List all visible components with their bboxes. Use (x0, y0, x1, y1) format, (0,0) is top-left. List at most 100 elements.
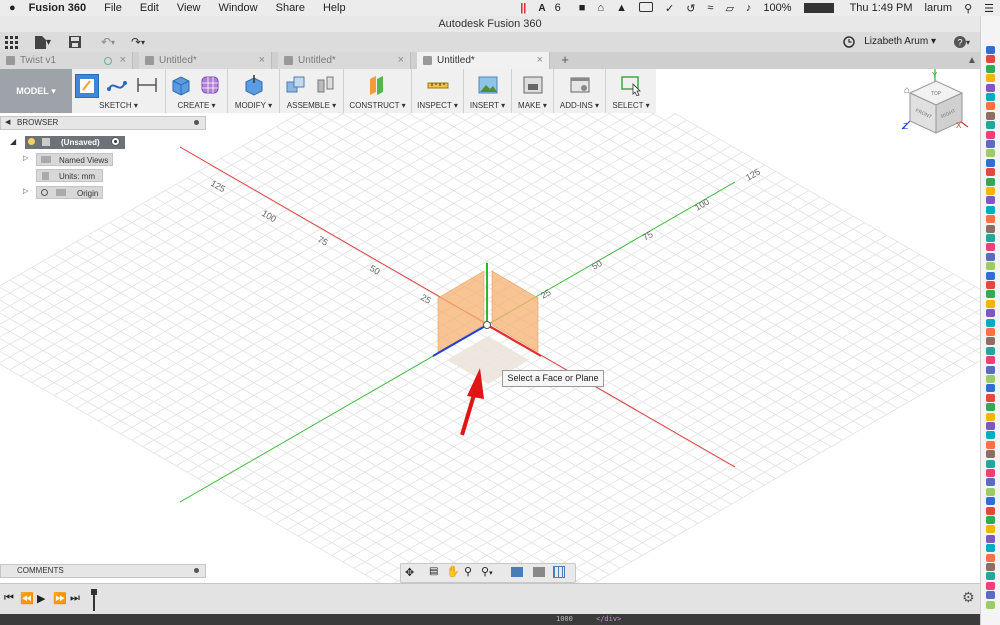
dock-app-icon[interactable] (986, 121, 995, 130)
scripts-icon[interactable] (569, 74, 591, 96)
dock-app-icon[interactable] (986, 497, 995, 506)
timeline-marker[interactable] (91, 589, 97, 611)
dock-app-icon[interactable] (986, 187, 995, 195)
lightbulb-icon[interactable] (41, 189, 48, 196)
dock-app-icon[interactable] (986, 243, 995, 252)
dock-app-icon[interactable] (986, 337, 995, 346)
dock-app-icon[interactable] (986, 74, 995, 83)
volume-icon[interactable]: ♪ (740, 2, 758, 14)
undo-icon[interactable]: ↶ ▾ (96, 35, 120, 49)
menu-edit[interactable]: Edit (131, 2, 168, 14)
close-tab-icon[interactable]: × (259, 52, 265, 69)
press-pull-icon[interactable] (243, 74, 265, 96)
spline-icon[interactable] (106, 74, 128, 96)
dock-app-icon[interactable] (986, 469, 995, 477)
dock-app-icon[interactable] (986, 318, 995, 327)
dock-app-icon[interactable] (986, 506, 995, 515)
extrude-icon[interactable] (170, 74, 192, 96)
dock-app-icon[interactable] (986, 534, 995, 543)
menu-app-name[interactable]: Fusion 360 (25, 2, 95, 14)
fit-zoom-icon[interactable]: ⚲▾ (481, 565, 493, 578)
select-icon[interactable] (620, 74, 642, 97)
redo-icon[interactable]: ↷ ▾ (126, 35, 150, 49)
clock[interactable]: Thu 1:49 PM (840, 2, 919, 14)
dock-app-icon[interactable] (986, 412, 995, 421)
measure-icon[interactable] (427, 74, 449, 96)
dock-app-icon[interactable] (986, 431, 995, 440)
help-icon[interactable]: ? ▾ (950, 35, 974, 49)
dock-app-icon[interactable] (986, 177, 995, 186)
timeline-settings-gear-icon[interactable]: ⚙ (962, 589, 975, 606)
activate-component-icon[interactable] (111, 137, 120, 146)
origin-point[interactable] (483, 321, 491, 329)
dock-app-icon[interactable] (986, 55, 995, 64)
dock-app-icon[interactable] (986, 130, 995, 139)
spotlight-icon[interactable]: ⚲ (958, 2, 978, 15)
dock-app-icon[interactable] (986, 205, 995, 214)
dock-app-icon[interactable] (986, 516, 995, 524)
dock-app-icon[interactable] (986, 83, 995, 92)
dock-app-icon[interactable] (986, 365, 995, 374)
ribbon-group-make[interactable]: MAKE ▾ (512, 69, 554, 113)
dock-app-icon[interactable] (986, 487, 995, 496)
notification-center-icon[interactable]: ☰ (978, 2, 1000, 15)
panel-pin-icon[interactable] (194, 568, 199, 573)
dock-app-icon[interactable] (986, 403, 995, 412)
step-back-icon[interactable]: ⏪ (20, 592, 34, 605)
step-forward-icon[interactable]: ⏩ (53, 592, 67, 605)
apple-icon[interactable]: ● (0, 2, 25, 14)
menu-view[interactable]: View (168, 2, 210, 14)
job-status-icon[interactable] (842, 35, 856, 49)
tab-twist-v1[interactable]: Twist v1 × (0, 52, 133, 69)
dock-app-icon[interactable] (986, 64, 995, 73)
dock-app-icon[interactable] (986, 440, 995, 449)
dock-app-icon[interactable] (986, 459, 995, 468)
ribbon-group-create[interactable]: CREATE ▾ (166, 69, 228, 113)
zoom-icon[interactable]: ⚲ (464, 565, 472, 578)
create-sketch-icon[interactable] (75, 74, 99, 98)
dock-app-icon[interactable] (986, 600, 995, 609)
menu-window[interactable]: Window (209, 2, 266, 14)
dock-app-icon[interactable] (986, 271, 995, 280)
dock-app-icon[interactable] (986, 290, 995, 299)
drive-icon[interactable]: ▲ (610, 2, 633, 14)
close-tab-icon[interactable]: × (537, 52, 543, 69)
joint-icon[interactable] (315, 74, 337, 96)
ribbon-group-construct[interactable]: CONSTRUCT ▾ (344, 69, 412, 113)
new-component-icon[interactable] (285, 74, 307, 96)
parallels-icon[interactable]: || (514, 2, 532, 14)
dock-app-icon[interactable] (986, 544, 995, 553)
ribbon-group-select[interactable]: SELECT ▾ (606, 69, 656, 113)
visual-style-icon[interactable] (533, 567, 545, 577)
3d-canvas[interactable]: 125 100 75 50 25 125 100 75 50 25 TOP FR… (0, 69, 980, 583)
dock-app-icon[interactable] (986, 158, 995, 167)
ribbon-group-insert[interactable]: INSERT ▾ (464, 69, 512, 113)
dock-app-icon[interactable] (986, 149, 995, 158)
ribbon-group-inspect[interactable]: INSPECT ▾ (412, 69, 464, 113)
dock-app-icon[interactable] (986, 553, 995, 562)
dock-app-icon[interactable] (986, 196, 995, 205)
menu-share[interactable]: Share (267, 2, 314, 14)
go-to-start-icon[interactable]: ⏮ (4, 592, 14, 605)
tab-untitled-1[interactable]: Untitled* × (139, 52, 272, 69)
dock-app-icon[interactable] (986, 299, 995, 308)
menu-help[interactable]: Help (314, 2, 355, 14)
browser-node-origin[interactable]: Origin (36, 186, 103, 199)
insert-image-icon[interactable] (477, 74, 499, 96)
evernote-icon[interactable]: ■ (573, 2, 592, 14)
dock-app-icon[interactable] (986, 234, 995, 242)
home-icon[interactable]: ⌂ (591, 2, 610, 14)
dock-app-icon[interactable] (986, 168, 995, 177)
browser-node-units[interactable]: Units: mm (36, 169, 103, 182)
dock-app-icon[interactable] (986, 393, 995, 402)
airplay-icon[interactable]: ▱ (719, 2, 739, 15)
browser-panel-header[interactable]: ◀ BROWSER (0, 116, 206, 130)
viewcube-home-icon[interactable]: ⌂ (904, 85, 910, 96)
new-tab-button[interactable]: + (557, 52, 573, 69)
user-menu[interactable]: larum (919, 2, 959, 14)
tab-untitled-active[interactable]: Untitled* × (417, 52, 550, 69)
dock-app-icon[interactable] (986, 140, 995, 148)
save-icon[interactable] (68, 35, 82, 49)
play-icon[interactable]: ▶ (37, 592, 45, 605)
dimension-icon[interactable] (136, 74, 158, 96)
